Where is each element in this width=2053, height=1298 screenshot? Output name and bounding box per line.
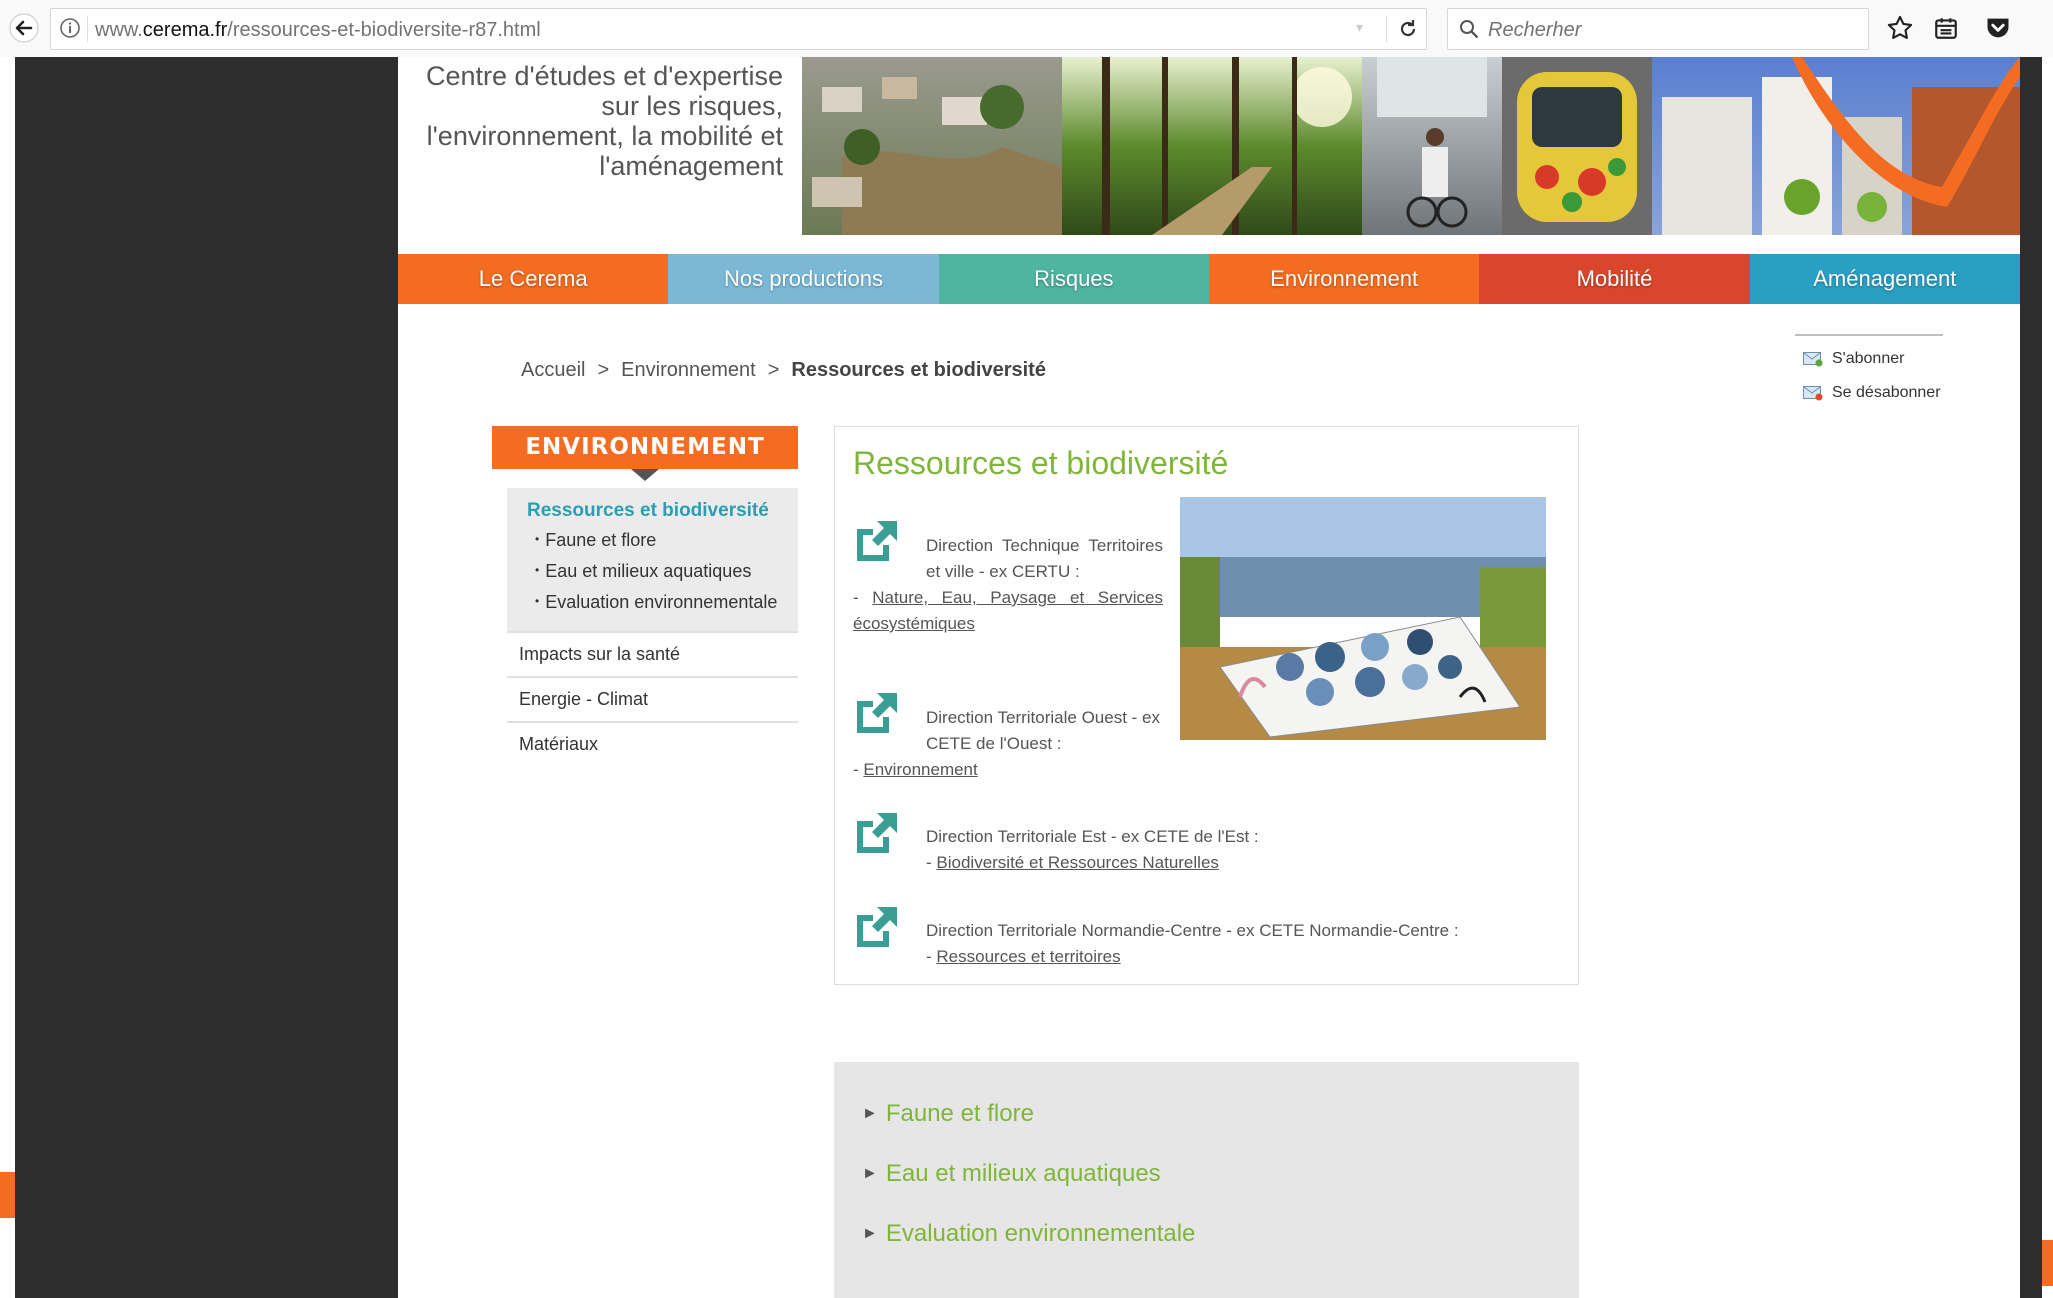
subscription-box: S'abonner Se désabonner [1795, 334, 1943, 404]
content-panel: Ressources et biodiversité Direction Tec… [834, 426, 1579, 985]
accordion-item-eau[interactable]: ► Eau et milieux aquatiques [862, 1160, 1161, 1188]
scrollbar-track[interactable] [2042, 57, 2053, 1298]
sidebar-title-pointer [631, 469, 659, 481]
link-environnement[interactable]: Environnement [863, 760, 977, 779]
search-box[interactable]: Recherher [1447, 8, 1869, 50]
block-dt-ouest: Direction Territoriale Ouest - ex CETE d… [853, 708, 1160, 779]
triangle-right-icon: ► [862, 1105, 878, 1122]
sidebar-active-group: Ressources et biodiversité Faune et flor… [507, 488, 798, 631]
header-banner-image [802, 57, 2020, 235]
window-edge [0, 57, 15, 1298]
sidebar: ENVIRONNEMENT Ressources et biodiversité… [492, 426, 798, 766]
breadcrumb: Accueil > Environnement > Ressources et biod… [521, 359, 1046, 381]
triangle-right-icon: ► [862, 1225, 878, 1242]
pocket-icon[interactable] [1980, 10, 2016, 46]
info-icon[interactable] [59, 17, 81, 44]
reading-list-icon[interactable] [1928, 10, 1964, 46]
block-dt-est: Direction Territoriale Est - ex CETE de … [926, 827, 1259, 872]
accordion-item-faune[interactable]: ► Faune et flore [862, 1100, 1034, 1128]
mail-subscribe-icon [1803, 351, 1823, 367]
search-icon [1458, 18, 1480, 45]
sidebar-item-materiaux[interactable]: Matériaux [507, 721, 798, 766]
nav-nos-productions[interactable]: Nos productions [668, 254, 939, 304]
external-link-icon[interactable] [851, 901, 903, 953]
block-dtec-tv: Direction Technique Territoires et ville… [853, 536, 1163, 633]
sidebar-item-energie[interactable]: Energie - Climat [507, 676, 798, 721]
url-text: www.cerema.fr/ressources-et-biodiversite… [95, 19, 541, 41]
wetland-signboard-photo [1180, 497, 1546, 740]
external-link-icon[interactable] [851, 807, 903, 859]
nav-le-cerema[interactable]: Le Cerema [398, 254, 669, 304]
main-nav: Le Cerema Nos productions Risques Enviro… [398, 254, 2020, 304]
nav-mobilite[interactable]: Mobilité [1479, 254, 1750, 304]
link-ressources-territoires[interactable]: Ressources et territoires [936, 947, 1120, 966]
address-bar[interactable]: www.cerema.fr/ressources-et-biodiversite… [50, 8, 1427, 50]
breadcrumb-home[interactable]: Accueil [521, 359, 585, 381]
page-content: Centre d'études et d'expertise sur les r… [398, 57, 2020, 1298]
breadcrumb-current: Ressources et biodiversité [791, 359, 1046, 381]
subscribe-link[interactable]: S'abonner [1795, 348, 1943, 370]
sidebar-title: ENVIRONNEMENT [492, 426, 798, 481]
mail-unsubscribe-icon [1803, 385, 1823, 401]
page-background-left [15, 57, 398, 1298]
browser-toolbar: www.cerema.fr/ressources-et-biodiversite… [0, 0, 2053, 58]
nav-risques[interactable]: Risques [938, 254, 1209, 304]
back-arrow-icon[interactable] [6, 10, 42, 46]
link-nature-eau[interactable]: Nature, Eau, Paysage et Services écosyst… [853, 588, 1163, 633]
site-tagline: Centre d'études et d'expertise sur les r… [425, 61, 783, 181]
block-dt-normandie: Direction Territoriale Normandie-Centre … [926, 921, 1459, 966]
side-tab-right[interactable] [2042, 1240, 2053, 1286]
sidebar-item-impacts[interactable]: Impacts sur la santé [507, 631, 798, 676]
unsubscribe-link[interactable]: Se désabonner [1795, 382, 1943, 404]
search-placeholder: Recherher [1488, 19, 1582, 41]
bookmark-star-icon[interactable] [1882, 10, 1918, 46]
page-background-right [2020, 57, 2042, 1298]
sidebar-item-ressources[interactable]: Ressources et biodiversité [527, 500, 778, 522]
side-tab[interactable] [0, 1172, 15, 1218]
subsection-accordion: ► Faune et flore ► Eau et milieux aquatiqu… [834, 1062, 1579, 1298]
link-biodiversite[interactable]: Biodiversité et Ressources Naturelles [936, 853, 1219, 872]
breadcrumb-environnement[interactable]: Environnement [621, 359, 756, 381]
sidebar-subitem-faune[interactable]: Faune et flore [527, 526, 778, 557]
nav-environnement[interactable]: Environnement [1208, 254, 1480, 304]
sidebar-subitem-evaluation[interactable]: Evaluation environnementale [527, 588, 778, 619]
page-title: Ressources et biodiversité [853, 445, 1229, 481]
nav-amenagement[interactable]: Aménagement [1749, 254, 2020, 304]
dropdown-arrow-icon[interactable]: ▾ [1356, 19, 1363, 36]
triangle-right-icon: ► [862, 1165, 878, 1182]
accordion-item-evaluation[interactable]: ► Evaluation environnementale [862, 1220, 1195, 1248]
sidebar-subitem-eau[interactable]: Eau et milieux aquatiques [527, 557, 778, 588]
reload-icon[interactable] [1396, 17, 1420, 46]
